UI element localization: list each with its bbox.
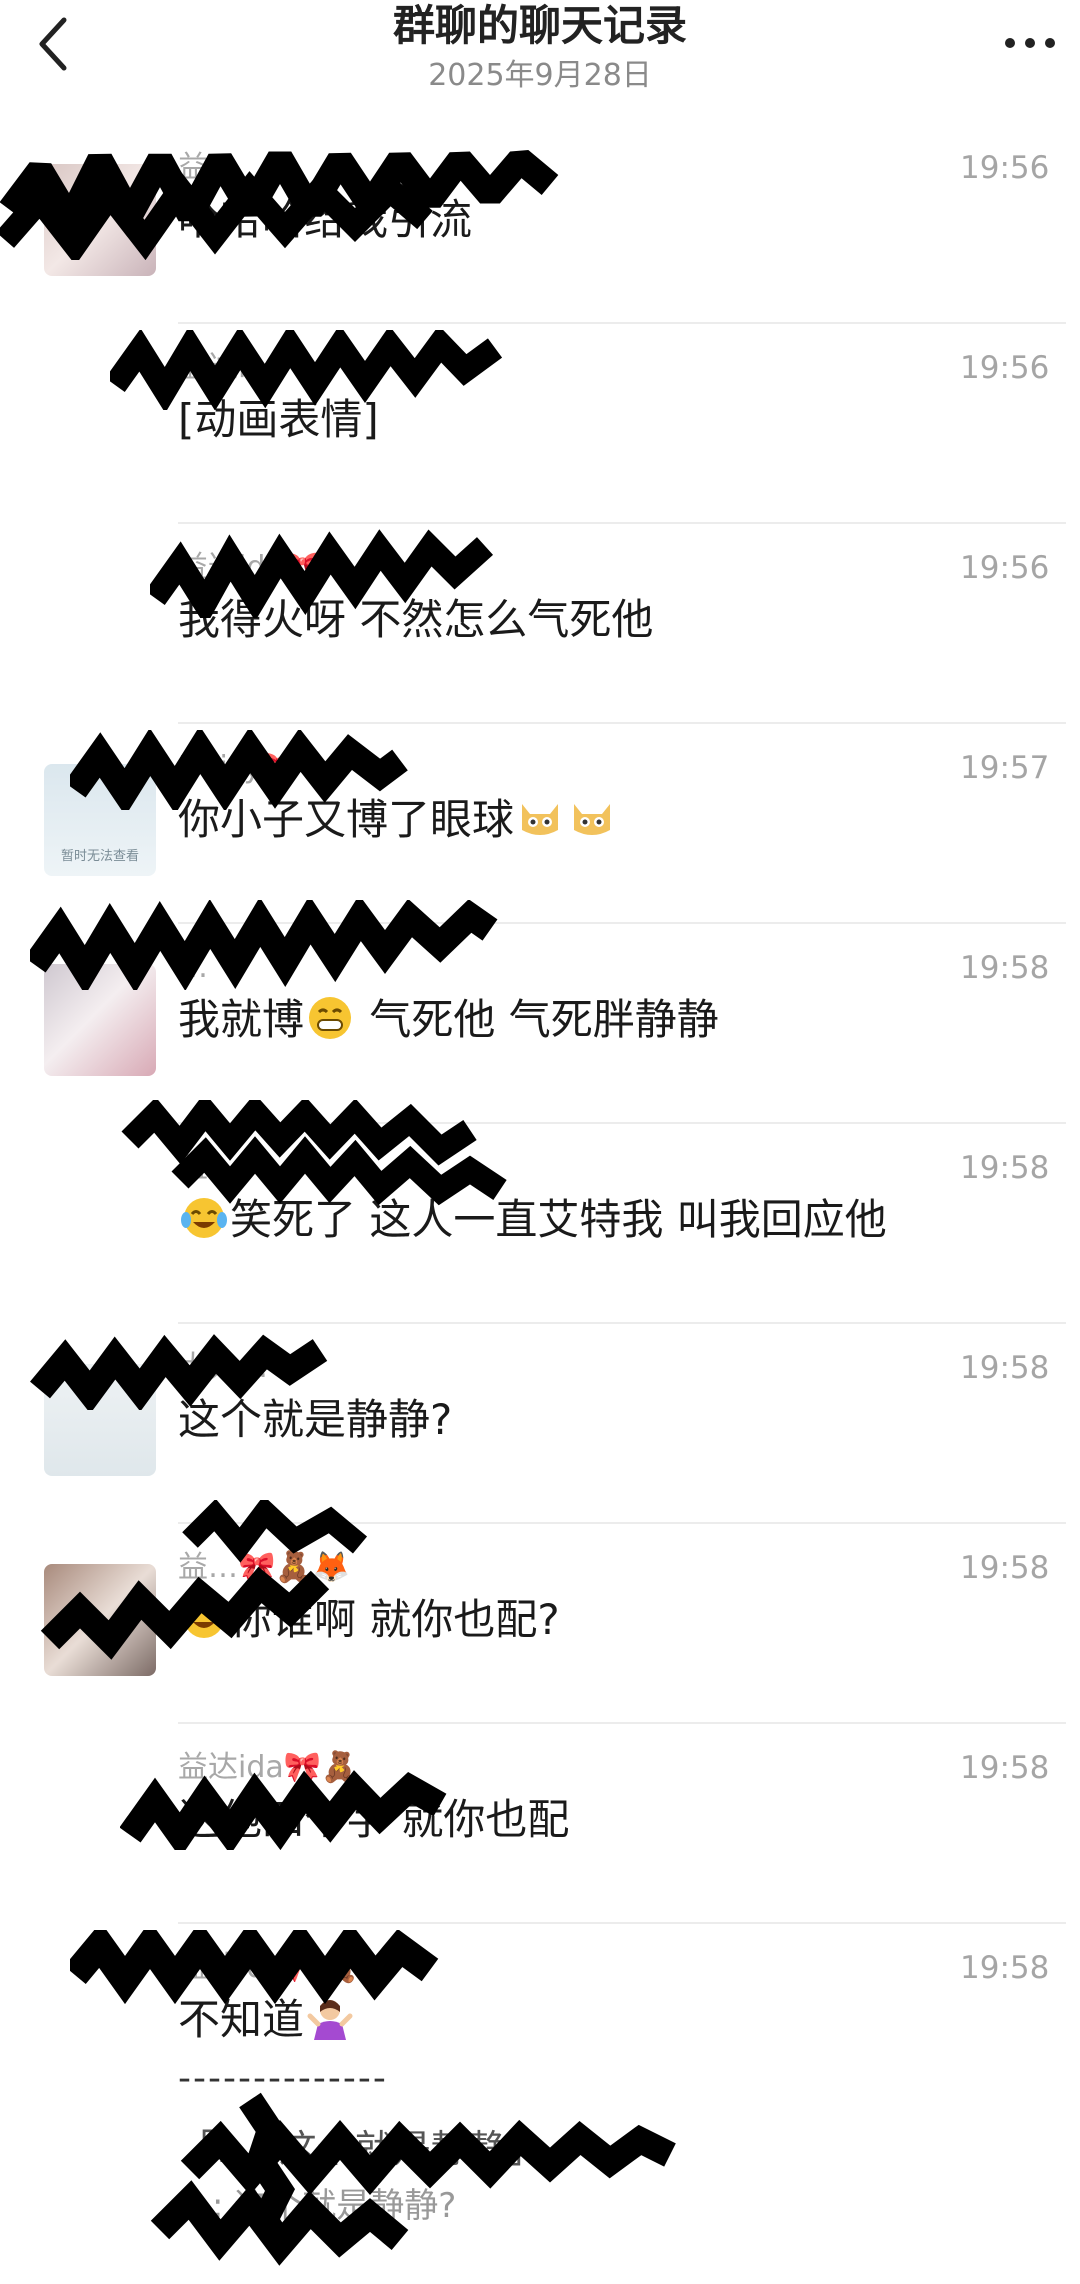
quote-separator: -------------- [178, 2058, 388, 2099]
message-text: 哈哈哈给我引流 [178, 195, 473, 244]
message-time: 19:58 [960, 1350, 1050, 1386]
message-time: 19:58 [960, 1750, 1050, 1786]
message-time: 19:56 [960, 550, 1050, 586]
message-text: 笑死了 这人一直艾特我 叫我回应他 [178, 1190, 887, 1250]
message-time: 19:58 [960, 950, 1050, 986]
message-text: 我得火呀 不然怎么气死他 [178, 595, 654, 644]
message-text-content: 你谁啊 就你也配? [230, 1595, 560, 1644]
shrugging-person-emoji-icon [306, 1994, 354, 2042]
page-title: 群聊的聊天记录 [392, 1, 687, 50]
message-text: 这个就是静静? [178, 1395, 453, 1444]
message-text-content: 笑死了 这人一直艾特我 叫我回应他 [230, 1195, 887, 1244]
message-text: 不知道 [178, 1990, 356, 2050]
chat-record-header: 群聊的聊天记录 2025年9月28日 [0, 0, 1080, 110]
avatar[interactable] [44, 164, 156, 276]
sender-name: 益… [178, 150, 238, 185]
list-item[interactable]: … 19:58 我就博 气死他 气死胖静静 [0, 924, 1080, 1124]
sender-name: Daisy🎀 [178, 750, 299, 785]
sender-name: 益达ida🎀🧸 [178, 1950, 359, 1985]
sender-name: … [178, 950, 208, 985]
list-item[interactable]: 益达ida🎀 19:56 我得火呀 不然怎么气死他 [0, 524, 1080, 724]
message-text: [动画表情] [178, 395, 379, 444]
sender-name: 益… [178, 1150, 238, 1185]
list-item[interactable]: 益达i… 19:56 [动画表情] [0, 324, 1080, 524]
list-item[interactable]: 暂时无法查看 Daisy🎀 19:57 你小子又博了眼球 [0, 724, 1080, 924]
sender-name: 益达ida🎀🧸 [178, 1750, 359, 1785]
message-time: 19:58 [960, 1150, 1050, 1186]
message-time: 19:56 [960, 350, 1050, 386]
avatar[interactable] [44, 1564, 156, 1676]
sender-name: 益…🎀🧸🦊 [178, 1550, 351, 1585]
message-text: 你谁啊 就你也配? [178, 1590, 560, 1650]
avatar-placeholder-text: 暂时无法查看 [60, 849, 139, 864]
avatar[interactable] [44, 964, 156, 1076]
list-item[interactable]: 益… 19:56 哈哈哈给我引流 [0, 124, 1080, 324]
list-item[interactable]: 大大… 19:58 这个就是静静? [0, 1324, 1080, 1524]
list-item[interactable]: 益…🎀🧸🦊 19:58 你谁啊 就你也配? [0, 1524, 1080, 1724]
list-item[interactable]: 益… 19:58 笑死了 这人一直艾特我 叫我回应他 [0, 1124, 1080, 1324]
message-time: 19:58 [960, 1950, 1050, 1986]
message-text-content: 不知道 [178, 1995, 305, 2044]
list-item[interactable]: 益达ida🎀🧸 19:58 不知道 -------------- 「…: 这个就… [0, 1924, 1080, 2284]
sender-name: 益达i… [178, 350, 277, 385]
message-text: 送他四个字 就你也配 [178, 1795, 570, 1844]
message-time: 19:58 [960, 1550, 1050, 1586]
message-text: 我就博 气死他 气死胖静静 [178, 990, 719, 1050]
quoted-message: 「…: 这个就是静静」 [178, 2127, 545, 2171]
tears-of-joy-emoji-icon [180, 1194, 228, 1242]
sender-name: 益达ida🎀 [178, 550, 322, 585]
cat-face-emoji-icon [516, 794, 564, 842]
list-item[interactable]: 益达ida🎀🧸 19:58 送他四个字 就你也配 [0, 1724, 1080, 1924]
grinning-face-emoji-icon [306, 994, 354, 1042]
record-date: 2025年9月28日 [428, 58, 652, 93]
avatar[interactable] [44, 1364, 156, 1476]
message-time: 19:57 [960, 750, 1050, 786]
sender-name: 大大… [178, 1350, 268, 1385]
message-text-content: 你小子又博了眼球 [178, 795, 515, 844]
tears-of-joy-emoji-icon [180, 1594, 228, 1642]
quoted-message-preview: …: 这个就是静静? [178, 2186, 457, 2226]
message-text-part: 我就博 [178, 995, 305, 1044]
message-text: 你小子又博了眼球 [178, 790, 618, 850]
message-text-part: 气死他 气死胖静静 [356, 995, 719, 1044]
message-time: 19:56 [960, 150, 1050, 186]
cat-face-emoji-icon [568, 794, 616, 842]
avatar[interactable]: 暂时无法查看 [44, 764, 156, 876]
more-options-icon[interactable] [1000, 18, 1060, 68]
